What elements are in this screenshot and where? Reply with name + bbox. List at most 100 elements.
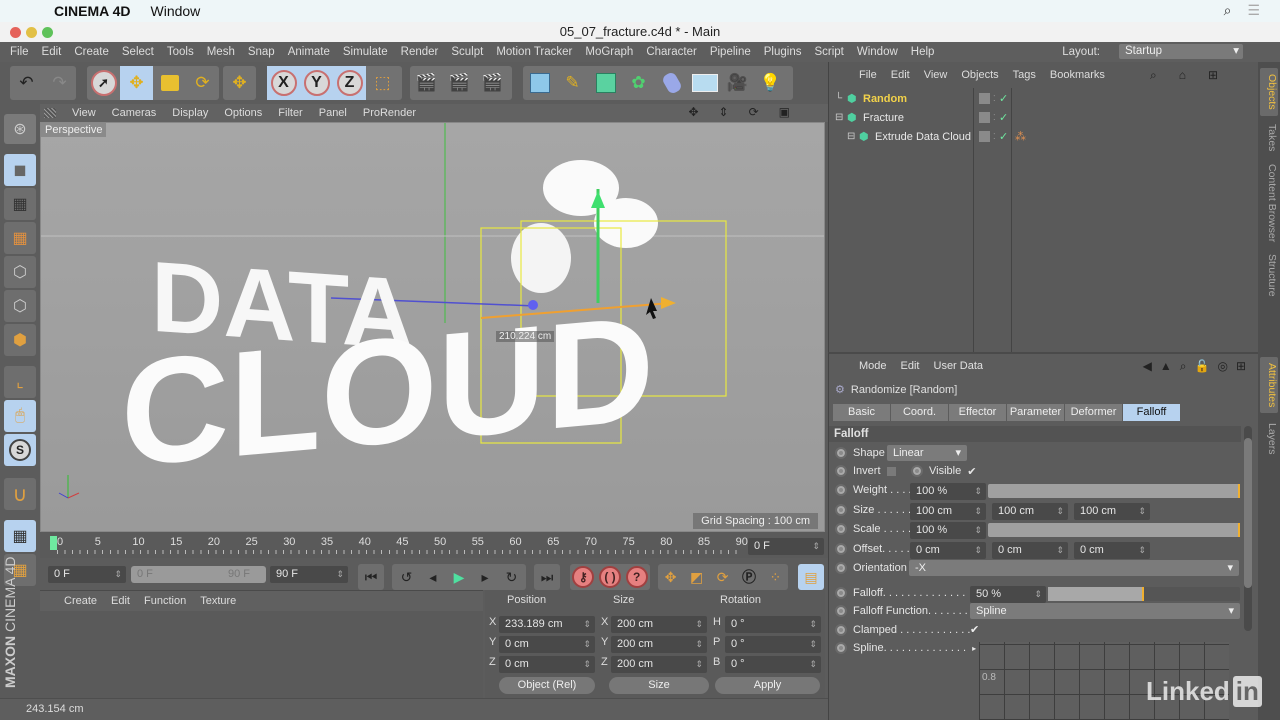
up-arrow-icon[interactable]: ▲ xyxy=(1160,359,1172,374)
clamped-checkbox[interactable]: ✔ xyxy=(970,625,981,636)
minimize-window-button[interactable] xyxy=(26,27,37,38)
objects-home-icon[interactable]: ⌂ xyxy=(1179,68,1186,83)
tab-parameter[interactable]: Parameter xyxy=(1007,404,1065,421)
magnet-button[interactable]: ∪ xyxy=(4,478,36,510)
next-key-icon[interactable]: ↻ xyxy=(506,569,518,586)
z-axis-lock-button[interactable]: Z xyxy=(333,66,366,100)
object-name[interactable]: Random xyxy=(863,90,907,108)
tab-falloff[interactable]: Falloff xyxy=(1123,404,1181,421)
target-icon[interactable]: ◎ xyxy=(1217,359,1227,374)
menu-simulate[interactable]: Simulate xyxy=(343,46,388,58)
polygons-mode-button[interactable]: ⬢ xyxy=(4,324,36,356)
point-level-key-icon[interactable]: ⁘ xyxy=(769,569,781,586)
y-axis-lock-button[interactable]: Y xyxy=(300,66,333,100)
viewport-menu-display[interactable]: Display xyxy=(172,107,208,119)
offset-y-field[interactable]: 0 cm xyxy=(992,542,1068,559)
add-light-button[interactable]: 💡 xyxy=(754,66,787,100)
render-picture-viewer-button[interactable]: 🎬 xyxy=(443,66,476,100)
weight-slider[interactable] xyxy=(988,484,1240,498)
size-animate-radio[interactable] xyxy=(835,504,847,516)
material-menu-function[interactable]: Function xyxy=(144,595,186,607)
tree-expand-icon[interactable]: ⊟ xyxy=(847,128,855,146)
make-editable-button[interactable]: ⊛ xyxy=(4,114,36,144)
weight-field[interactable]: 100 % xyxy=(910,483,986,500)
objects-search-icon[interactable]: ⌕ xyxy=(1150,68,1157,83)
size-z-field[interactable]: 100 cm xyxy=(1074,503,1150,520)
falloff-function-animate-radio[interactable] xyxy=(835,605,847,617)
render-view-button[interactable]: 🎬 xyxy=(410,66,443,100)
shape-animate-radio[interactable] xyxy=(835,447,847,459)
scale-key-icon[interactable]: ◩ xyxy=(690,569,703,586)
edges-mode-button[interactable]: ⬡ xyxy=(4,290,36,322)
visibility-dots-icon[interactable]: ⁚ xyxy=(993,128,996,146)
objects-menu-objects[interactable]: Objects xyxy=(961,69,998,81)
object-row[interactable]: ⊟ ⬢ Fracture ⁚ ✓ xyxy=(829,109,1259,127)
app-name-menu[interactable]: CINEMA 4D xyxy=(54,3,131,19)
visible-animate-radio[interactable] xyxy=(911,465,923,477)
parameter-key-icon[interactable]: Ⓟ xyxy=(742,567,756,587)
zoom-window-button[interactable] xyxy=(42,27,53,38)
rotation-field[interactable]: 0 ° xyxy=(725,636,821,653)
notification-list-icon[interactable]: ☰ xyxy=(1247,2,1260,19)
menu-sculpt[interactable]: Sculpt xyxy=(451,46,483,58)
last-tool-button[interactable]: ✥ xyxy=(223,66,256,100)
shape-dropdown[interactable]: Linear xyxy=(887,445,967,461)
falloff-slider-handle[interactable] xyxy=(1142,587,1144,601)
invert-checkbox[interactable] xyxy=(886,466,896,476)
close-window-button[interactable] xyxy=(10,27,21,38)
enabled-check-icon[interactable]: ✓ xyxy=(999,128,1008,146)
objects-new-window-icon[interactable]: ⊞ xyxy=(1208,68,1218,83)
coordinate-system-button[interactable]: ⬚ xyxy=(366,66,399,100)
layer-icon[interactable] xyxy=(979,131,990,142)
locked-workplane-button[interactable]: ▦ xyxy=(4,520,36,552)
menu-motion-tracker[interactable]: Motion Tracker xyxy=(496,46,572,58)
objects-menu-edit[interactable]: Edit xyxy=(891,69,910,81)
3d-viewport[interactable]: Perspective DATA CLOUD 210.224 cm Grid S… xyxy=(40,122,825,532)
viewport-menu-prorender[interactable]: ProRender xyxy=(363,107,416,119)
attributes-menu-user-data[interactable]: User Data xyxy=(934,360,984,372)
falloff-slider[interactable] xyxy=(1048,587,1240,601)
tweak-mode-button[interactable]: 🖱 xyxy=(4,400,36,432)
timeline-window-button[interactable]: ▤ xyxy=(798,564,824,590)
menu-mesh[interactable]: Mesh xyxy=(207,46,235,58)
tab-deformer[interactable]: Deformer xyxy=(1065,404,1123,421)
objects-menu-view[interactable]: View xyxy=(924,69,948,81)
add-cube-button[interactable] xyxy=(523,66,556,100)
undo-button[interactable]: ↶ xyxy=(10,66,43,100)
layer-icon[interactable] xyxy=(979,112,990,123)
redo-button[interactable]: ↷ xyxy=(43,66,76,100)
add-floor-button[interactable] xyxy=(688,66,721,100)
next-frame-icon[interactable]: ▸ xyxy=(481,569,488,586)
rotation-field[interactable]: 0 ° xyxy=(725,616,821,633)
layer-icon[interactable] xyxy=(979,93,990,104)
menu-window[interactable]: Window xyxy=(857,46,898,58)
material-menu-texture[interactable]: Texture xyxy=(200,595,236,607)
visibility-dots-icon[interactable]: ⁚ xyxy=(993,90,996,108)
start-frame-field[interactable]: 0 F xyxy=(48,566,126,583)
viewport-menu-options[interactable]: Options xyxy=(224,107,262,119)
orientation-dropdown[interactable]: -X xyxy=(909,560,1239,576)
menu-character[interactable]: Character xyxy=(646,46,697,58)
tab-structure[interactable]: Structure xyxy=(1260,248,1278,303)
attributes-menu-edit[interactable]: Edit xyxy=(901,360,920,372)
menu-create[interactable]: Create xyxy=(74,46,109,58)
scale-field[interactable]: 100 % xyxy=(910,522,986,539)
rotation-field[interactable]: 0 ° xyxy=(725,656,821,673)
material-menu-edit[interactable]: Edit xyxy=(111,595,130,607)
size-x-field[interactable]: 100 cm xyxy=(910,503,986,520)
menu-help[interactable]: Help xyxy=(911,46,935,58)
weight-slider-handle[interactable] xyxy=(1238,484,1240,498)
viewport-pan-icon[interactable]: ✥ xyxy=(688,105,698,119)
scale-tool-button[interactable] xyxy=(153,66,186,100)
scale-slider[interactable] xyxy=(988,523,1240,537)
texture-mode-button[interactable]: ▦ xyxy=(4,188,36,220)
menu-file[interactable]: File xyxy=(10,46,29,58)
x-axis-lock-button[interactable]: X xyxy=(267,66,300,100)
go-to-end-button[interactable]: ⏭ xyxy=(534,564,560,590)
render-settings-button[interactable]: 🎬 xyxy=(476,66,509,100)
enabled-check-icon[interactable]: ✓ xyxy=(999,109,1008,127)
end-frame-field[interactable]: 90 F xyxy=(270,566,348,583)
current-frame-field[interactable]: 0 F xyxy=(748,538,824,555)
playhead-marker[interactable] xyxy=(50,536,57,550)
tab-attributes[interactable]: Attributes xyxy=(1260,357,1278,414)
